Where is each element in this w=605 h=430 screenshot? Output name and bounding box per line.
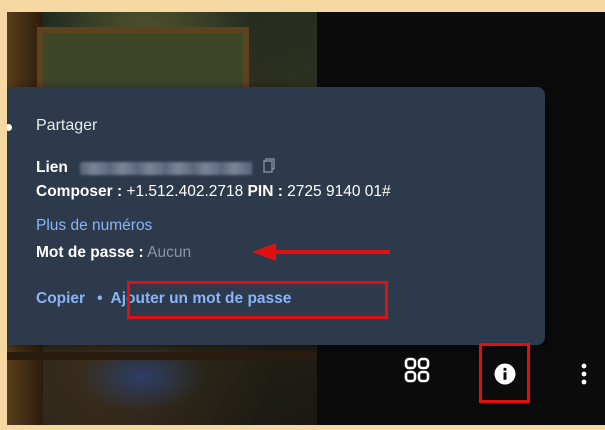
password-label: Mot de passe :	[36, 244, 144, 261]
copy-button[interactable]: Copier	[36, 290, 85, 307]
video-frame: Partager Lien Composer : +1.512.402.2718…	[7, 12, 605, 425]
dial-row: Composer : +1.512.402.2718 PIN : 2725 91…	[36, 183, 391, 201]
more-vert-icon[interactable]	[580, 362, 588, 386]
pin-label: PIN :	[247, 183, 283, 200]
password-value: Aucun	[147, 244, 192, 261]
info-icon[interactable]	[494, 363, 516, 385]
grid-icon[interactable]	[404, 357, 430, 383]
pin-value: 2725 9140 01#	[287, 183, 391, 200]
actions-separator: •	[97, 290, 103, 307]
share-panel: Partager Lien Composer : +1.512.402.2718…	[7, 87, 545, 345]
annotation-highlight-add-password	[127, 281, 388, 319]
share-panel-title: Partager	[36, 117, 98, 134]
annotation-arrow	[252, 243, 390, 261]
link-row: Lien	[36, 158, 275, 178]
dial-label: Composer :	[36, 183, 123, 200]
more-numbers-link[interactable]: Plus de numéros	[36, 217, 152, 235]
video-background-shelf	[7, 352, 317, 360]
panel-edge-dot	[7, 124, 12, 131]
link-url-redacted	[80, 161, 253, 175]
dial-number: +1.512.402.2718	[126, 183, 244, 200]
video-background-frame	[37, 27, 249, 93]
link-label: Lien	[36, 159, 68, 177]
password-row: Mot de passe : Aucun	[36, 244, 191, 262]
copy-link-icon[interactable]	[262, 158, 275, 178]
